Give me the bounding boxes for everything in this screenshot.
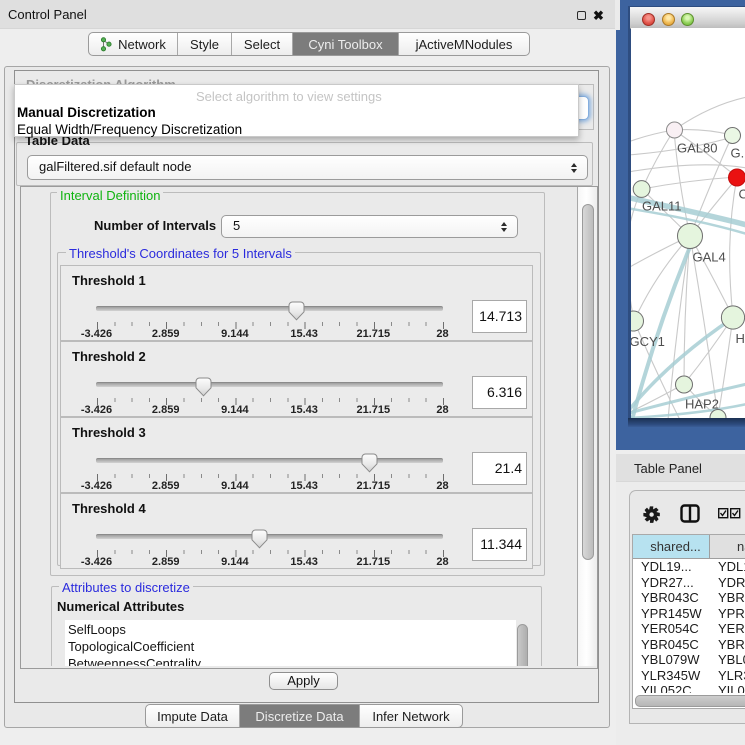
svg-text:GAL11: GAL11 bbox=[642, 199, 682, 214]
svg-text:GCY1: GCY1 bbox=[631, 334, 665, 349]
svg-text:G.: G. bbox=[731, 146, 745, 161]
svg-text:GAL80: GAL80 bbox=[677, 141, 717, 156]
svg-text:H: H bbox=[736, 331, 745, 346]
svg-text:HAP2: HAP2 bbox=[685, 397, 719, 412]
svg-text:GAL4: GAL4 bbox=[693, 250, 726, 265]
svg-text:C: C bbox=[739, 187, 745, 202]
